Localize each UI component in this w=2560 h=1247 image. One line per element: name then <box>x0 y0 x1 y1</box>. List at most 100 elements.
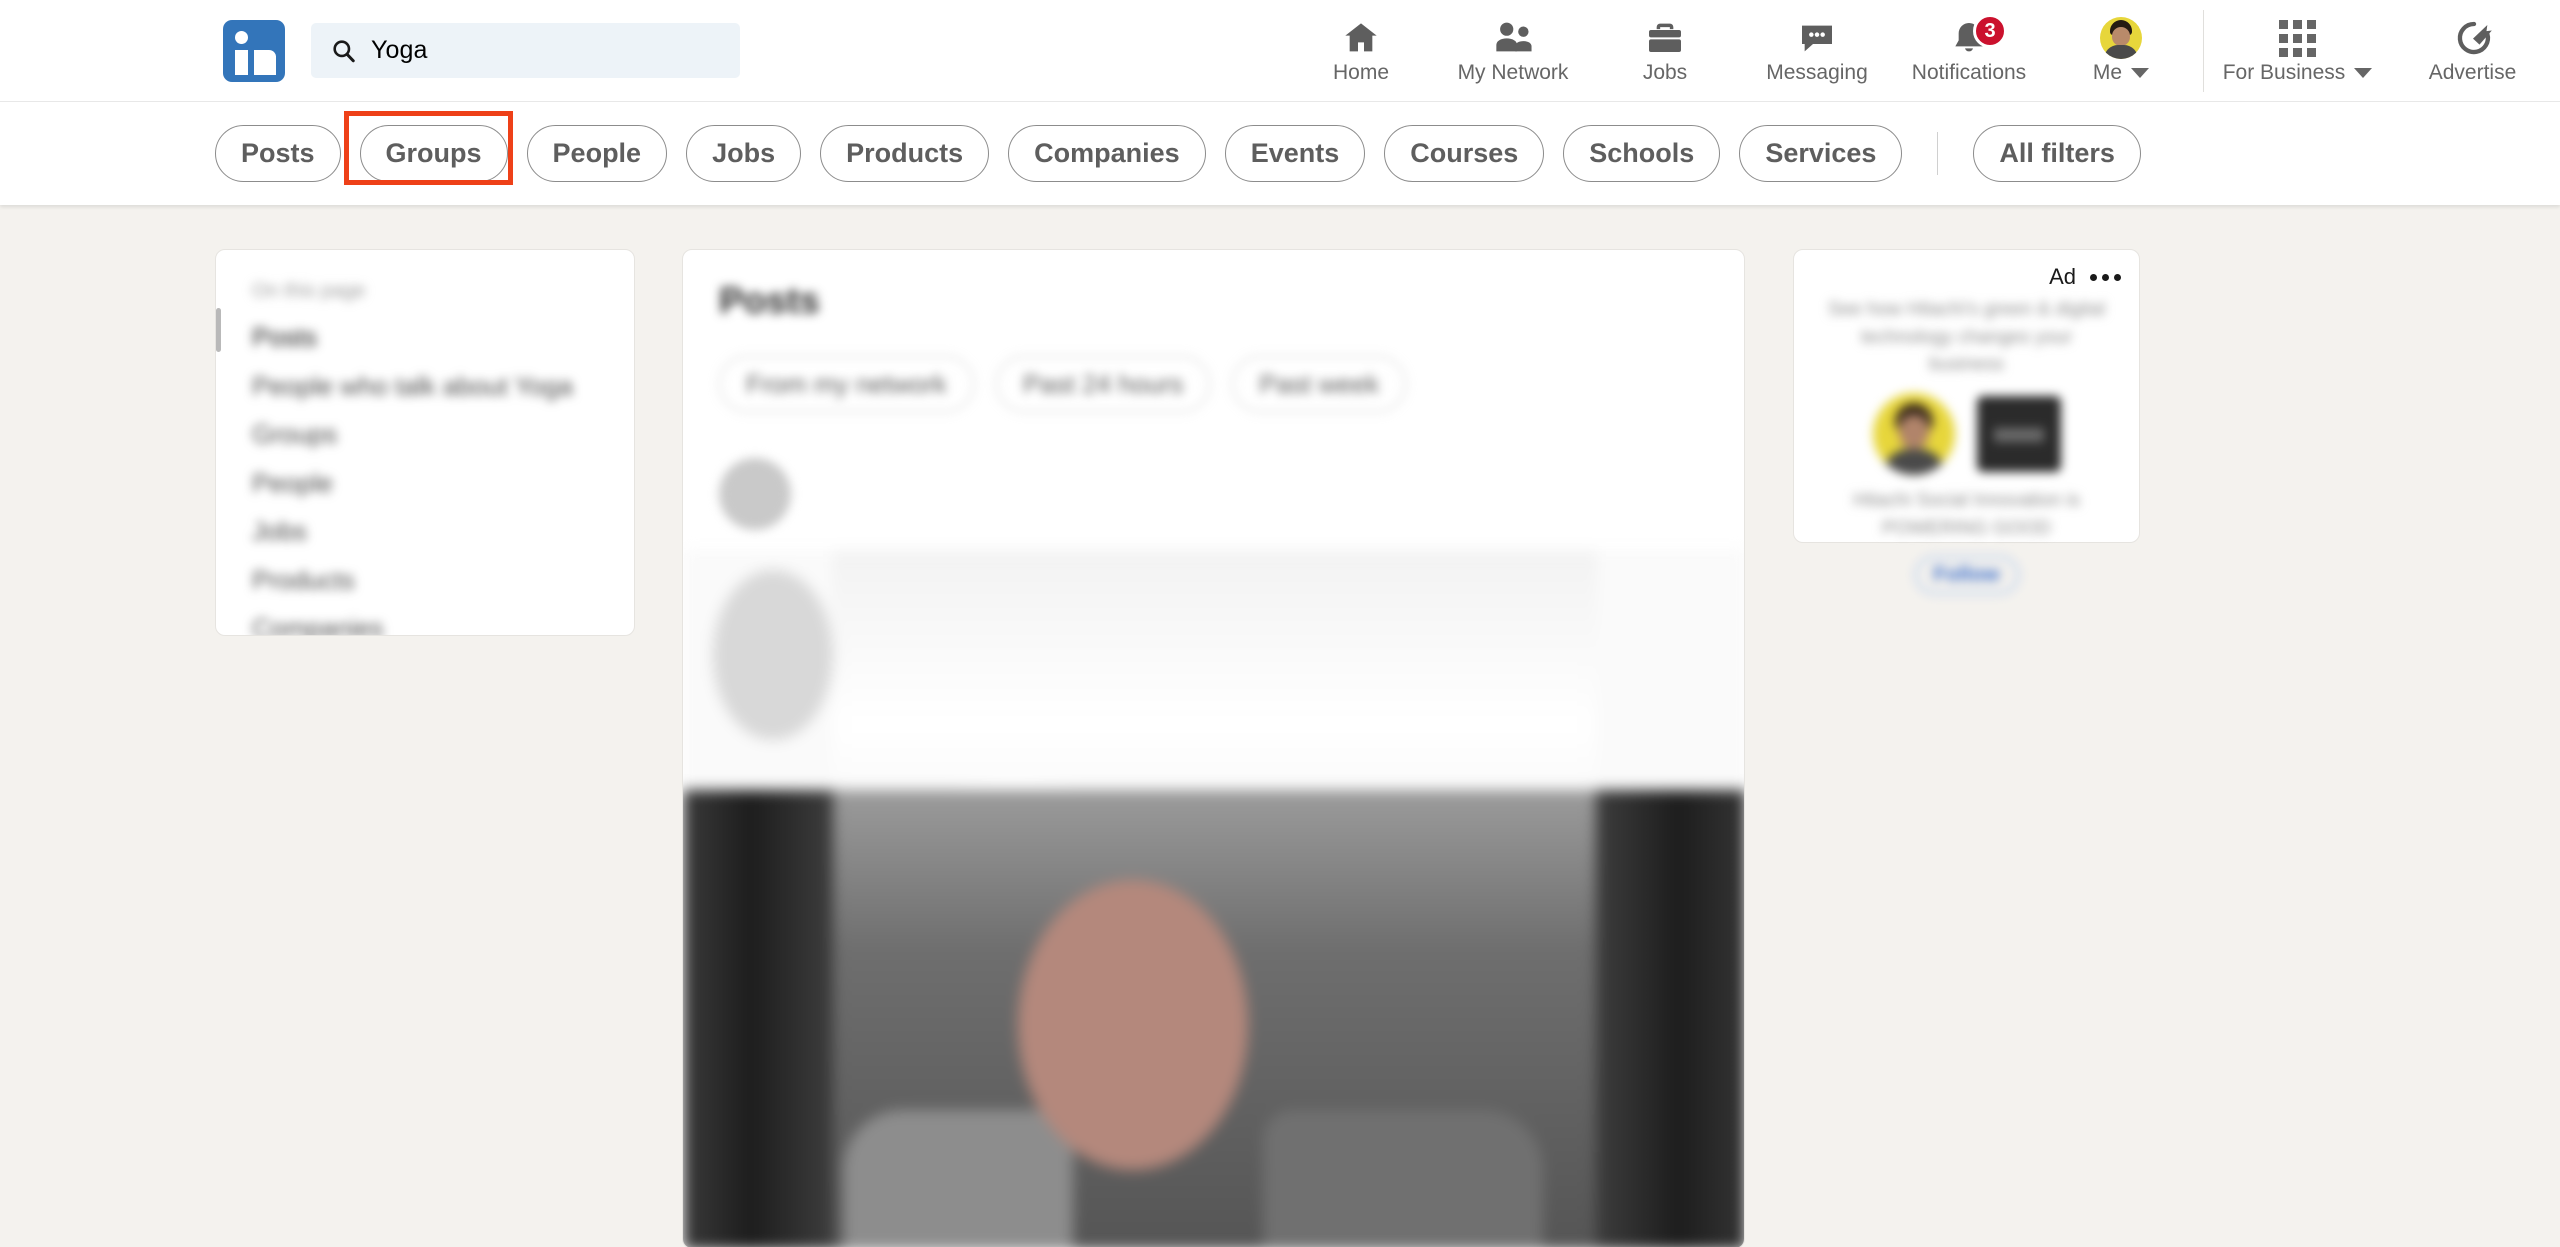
nav-label-my-network: My Network <box>1457 61 1569 84</box>
nav-left-group: Yoga <box>223 19 740 82</box>
ad-company-logo-mark <box>1993 427 2044 442</box>
ad-avatar <box>1872 392 1955 475</box>
post-filter-chip-group: From my network Past 24 hours Past week <box>719 356 1744 412</box>
post-media-image[interactable] <box>683 550 1744 1247</box>
bell-icon: 3 <box>1949 14 2007 58</box>
filter-pill-group: Posts Groups People Jobs Products Compan… <box>215 125 2141 182</box>
nav-label-notifications: Notifications <box>1911 61 2027 84</box>
avatar-image <box>2100 17 2142 59</box>
ad-label: Ad <box>2049 264 2076 289</box>
ad-card-header: Ad <box>1794 250 2139 290</box>
nav-right-group: Home My Network Jobs Messaging 3 Notific… <box>1285 0 2560 101</box>
filter-pill-jobs[interactable]: Jobs <box>686 125 802 182</box>
ad-follow-button[interactable]: Follow <box>1914 555 2019 594</box>
nav-label-for-business: For Business <box>2222 61 2346 84</box>
rail-item-posts[interactable]: Posts <box>216 313 634 362</box>
post-author-avatar <box>719 458 791 530</box>
page-title: Posts <box>719 280 820 321</box>
filter-pill-posts[interactable]: Posts <box>215 125 341 182</box>
search-results-content: On this page Posts People who talk about… <box>0 205 2560 1247</box>
filter-pill-groups[interactable]: Groups <box>359 125 508 182</box>
rail-item-products[interactable]: Products <box>216 556 634 605</box>
post-media-frame <box>683 550 1744 1247</box>
rail-item-people[interactable]: People <box>216 459 634 508</box>
nav-item-messaging[interactable]: Messaging <box>1741 0 1893 101</box>
filter-pill-schools[interactable]: Schools <box>1563 125 1721 182</box>
nav-label-me: Me <box>2092 61 2123 84</box>
rail-blurred-content: On this page Posts People who talk about… <box>216 280 634 635</box>
media-smudge <box>713 570 833 740</box>
media-shoulder-left <box>843 1110 1073 1247</box>
nav-item-notifications[interactable]: 3 Notifications <box>1893 0 2045 101</box>
nav-item-advertise[interactable]: Advertise <box>2385 0 2560 101</box>
media-letterbox-right <box>1596 790 1744 1247</box>
notifications-badge: 3 <box>1973 14 2007 48</box>
ad-avatar-body <box>1882 448 1945 475</box>
rail-item-people-talk[interactable]: People who talk about Yoga <box>216 362 634 411</box>
ad-headline: See how Hitachi's green & digital techno… <box>1827 299 2106 376</box>
nav-me-row: Me <box>2092 61 2150 84</box>
post-author-row <box>719 458 1744 530</box>
chevron-down-icon <box>2131 67 2150 78</box>
advertise-target-icon <box>2453 18 2493 58</box>
logo-dot <box>235 30 248 44</box>
header-divider <box>0 101 2560 102</box>
posts-results-card: Posts From my network Past 24 hours Past… <box>682 249 1745 1247</box>
avatar <box>2100 17 2142 59</box>
chevron-down-icon <box>2354 67 2373 78</box>
global-navigation-bar: Yoga Home My Network Jobs Messaging 3 No… <box>0 0 2560 101</box>
ad-avatar-face <box>1898 414 1929 449</box>
filter-pill-courses[interactable]: Courses <box>1384 125 1545 182</box>
nav-item-me[interactable]: Me <box>2045 0 2197 101</box>
nav-item-jobs[interactable]: Jobs <box>1589 0 1741 101</box>
linkedin-logo-icon[interactable] <box>223 19 285 82</box>
nav-label-advertise: Advertise <box>2428 61 2517 84</box>
nav-item-home[interactable]: Home <box>1285 0 1437 101</box>
all-filters-button[interactable]: All filters <box>1973 125 2141 182</box>
nav-label-jobs: Jobs <box>1642 61 1688 84</box>
search-input-value: Yoga <box>371 36 428 64</box>
rail-item-companies[interactable]: Companies <box>216 604 634 635</box>
briefcase-icon <box>1645 18 1685 58</box>
posts-blurred-header: Posts From my network Past 24 hours Past… <box>683 280 1744 530</box>
chip-past-week[interactable]: Past week <box>1232 356 1407 412</box>
nav-item-for-business[interactable]: For Business <box>2210 0 2385 101</box>
media-letterbox-left <box>683 790 833 1247</box>
nav-business-row: For Business <box>2223 62 2373 83</box>
rail-item-groups[interactable]: Groups <box>216 410 634 459</box>
more-options-icon[interactable] <box>2090 273 2121 281</box>
search-filter-bar: Posts Groups People Jobs Products Compan… <box>0 102 2560 205</box>
people-icon <box>1491 18 1535 58</box>
rail-title: On this page <box>252 280 366 302</box>
avatar-face <box>2112 27 2130 46</box>
rail-item-jobs[interactable]: Jobs <box>216 507 634 556</box>
media-shoulder-right <box>1263 1110 1543 1247</box>
nav-divider <box>2203 9 2204 92</box>
logo-i-stem <box>235 49 248 75</box>
nav-label-messaging: Messaging <box>1766 61 1868 84</box>
grid-apps-icon <box>2279 18 2316 58</box>
search-icon <box>333 39 355 62</box>
home-icon <box>1341 18 1381 58</box>
filter-pill-products[interactable]: Products <box>820 125 990 182</box>
ad-company-logo <box>1976 395 2061 472</box>
chip-from-my-network[interactable]: From my network <box>719 356 974 412</box>
filter-pill-events[interactable]: Events <box>1224 125 1366 182</box>
filter-divider <box>1937 132 1939 175</box>
grid-apps-dots <box>2279 19 2316 57</box>
avatar-body <box>2104 45 2138 59</box>
logo-n-leg <box>263 55 276 75</box>
filter-pill-services[interactable]: Services <box>1739 125 1903 182</box>
filter-pill-companies[interactable]: Companies <box>1008 125 1206 182</box>
search-input[interactable]: Yoga <box>311 23 740 78</box>
filter-pill-people[interactable]: People <box>526 125 668 182</box>
on-this-page-rail: On this page Posts People who talk about… <box>215 249 635 636</box>
message-bubble-icon <box>1797 18 1837 58</box>
ad-blurred-body: See how Hitachi's green & digital techno… <box>1794 296 2139 594</box>
chip-past-24-hours[interactable]: Past 24 hours <box>995 356 1211 412</box>
ad-card: Ad See how Hitachi's green & digital tec… <box>1793 249 2140 594</box>
nav-label-home: Home <box>1332 61 1390 84</box>
ad-media-row <box>1794 392 2139 475</box>
media-person-face <box>1018 880 1248 1170</box>
nav-item-my-network[interactable]: My Network <box>1437 0 1589 101</box>
